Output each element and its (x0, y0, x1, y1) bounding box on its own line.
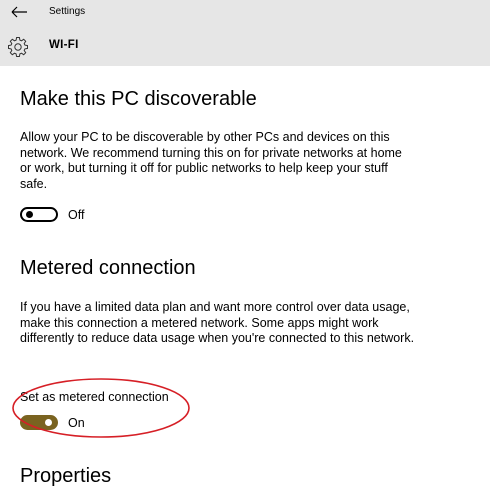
toggle-knob (26, 211, 33, 218)
toggle-knob (45, 419, 52, 426)
discoverable-toggle-state: Off (68, 208, 85, 222)
app-title: Settings (49, 6, 86, 17)
header-bar: Settings WI-FI (0, 0, 490, 66)
metered-heading: Metered connection (20, 257, 196, 279)
metered-description: If you have a limited data plan and want… (20, 300, 415, 345)
metered-toggle-state: On (68, 416, 85, 430)
metered-toggle[interactable] (20, 415, 58, 430)
back-arrow-icon[interactable] (8, 3, 30, 21)
properties-heading: Properties (20, 465, 112, 487)
discoverable-heading: Make this PC discoverable (20, 88, 257, 110)
discoverable-description: Allow your PC to be discoverable by othe… (20, 130, 402, 191)
discoverable-toggle[interactable] (20, 207, 58, 222)
gear-icon (8, 37, 28, 57)
metered-toggle-caption: Set as metered connection (20, 390, 169, 404)
page-title: WI-FI (49, 39, 79, 51)
